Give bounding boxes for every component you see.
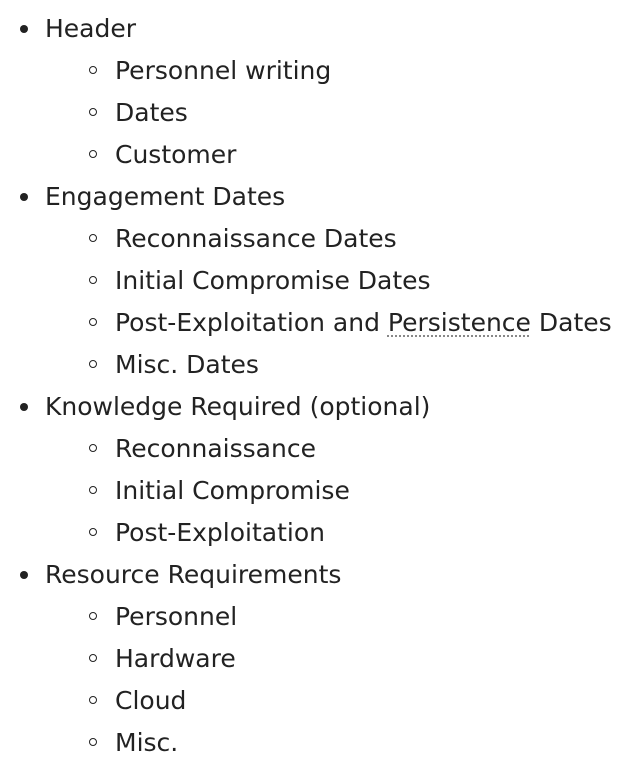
- list-item-knowledge-required: Knowledge Required (optional): [0, 386, 636, 428]
- disc-bullet-icon: [20, 403, 28, 411]
- sub-item-label: Reconnaissance: [115, 434, 316, 463]
- persist-suffix: Dates: [530, 308, 612, 337]
- circle-bullet-icon: [89, 66, 97, 74]
- sub-item: Personnel: [0, 596, 636, 638]
- outline-list: Header Personnel writing Dates Customer …: [0, 0, 636, 764]
- sub-item-label: Dates: [115, 98, 188, 127]
- circle-bullet-icon: [89, 444, 97, 452]
- persist-prefix: Post-Exploitation and: [115, 308, 388, 337]
- circle-bullet-icon: [89, 360, 97, 368]
- spellcheck-word[interactable]: Persistence: [388, 308, 531, 337]
- sub-item-label: Initial Compromise Dates: [115, 266, 431, 295]
- circle-bullet-icon: [89, 150, 97, 158]
- sub-item: Dates: [0, 92, 636, 134]
- list-item-engagement-dates: Engagement Dates: [0, 176, 636, 218]
- sub-item: Reconnaissance: [0, 428, 636, 470]
- sub-item: Hardware: [0, 638, 636, 680]
- sub-item-label: Customer: [115, 140, 237, 169]
- list-item-header: Header: [0, 8, 636, 50]
- sub-item-label: Hardware: [115, 644, 236, 673]
- list-item-resource-requirements: Resource Requirements: [0, 554, 636, 596]
- sub-item: Initial Compromise: [0, 470, 636, 512]
- list-item-label: Resource Requirements: [45, 560, 342, 589]
- disc-bullet-icon: [20, 571, 28, 579]
- sub-item: Misc.: [0, 722, 636, 764]
- circle-bullet-icon: [89, 108, 97, 116]
- sub-item: Customer: [0, 134, 636, 176]
- sub-item: Cloud: [0, 680, 636, 722]
- list-item-label: Header: [45, 14, 137, 43]
- sub-item-label: Personnel: [115, 602, 238, 631]
- sub-item-label: Initial Compromise: [115, 476, 350, 505]
- circle-bullet-icon: [89, 234, 97, 242]
- sub-item: Initial Compromise Dates: [0, 260, 636, 302]
- circle-bullet-icon: [89, 318, 97, 326]
- circle-bullet-icon: [89, 276, 97, 284]
- sub-item: Misc. Dates: [0, 344, 636, 386]
- list-item-label: Knowledge Required (optional): [45, 392, 431, 421]
- sub-item-label: Misc. Dates: [115, 350, 259, 379]
- list-item-label: Engagement Dates: [45, 182, 286, 211]
- disc-bullet-icon: [20, 193, 28, 201]
- circle-bullet-icon: [89, 738, 97, 746]
- top-level-list: Header Personnel writing Dates Customer …: [0, 8, 636, 764]
- circle-bullet-icon: [89, 486, 97, 494]
- circle-bullet-icon: [89, 696, 97, 704]
- sub-item: Post-Exploitation and Persistence Dates: [0, 302, 636, 344]
- sub-item-label: Post-Exploitation and Persistence Dates: [115, 302, 612, 344]
- disc-bullet-icon: [20, 25, 28, 33]
- sub-item: Personnel writing: [0, 50, 636, 92]
- sub-item-label: Misc.: [115, 728, 179, 757]
- circle-bullet-icon: [89, 654, 97, 662]
- sub-item: Post-Exploitation: [0, 512, 636, 554]
- sub-item-label: Personnel writing: [115, 56, 332, 85]
- circle-bullet-icon: [89, 612, 97, 620]
- sub-item-label: Cloud: [115, 686, 187, 715]
- sub-item: Reconnaissance Dates: [0, 218, 636, 260]
- circle-bullet-icon: [89, 528, 97, 536]
- sub-item-label: Reconnaissance Dates: [115, 224, 397, 253]
- sub-item-label: Post-Exploitation: [115, 518, 325, 547]
